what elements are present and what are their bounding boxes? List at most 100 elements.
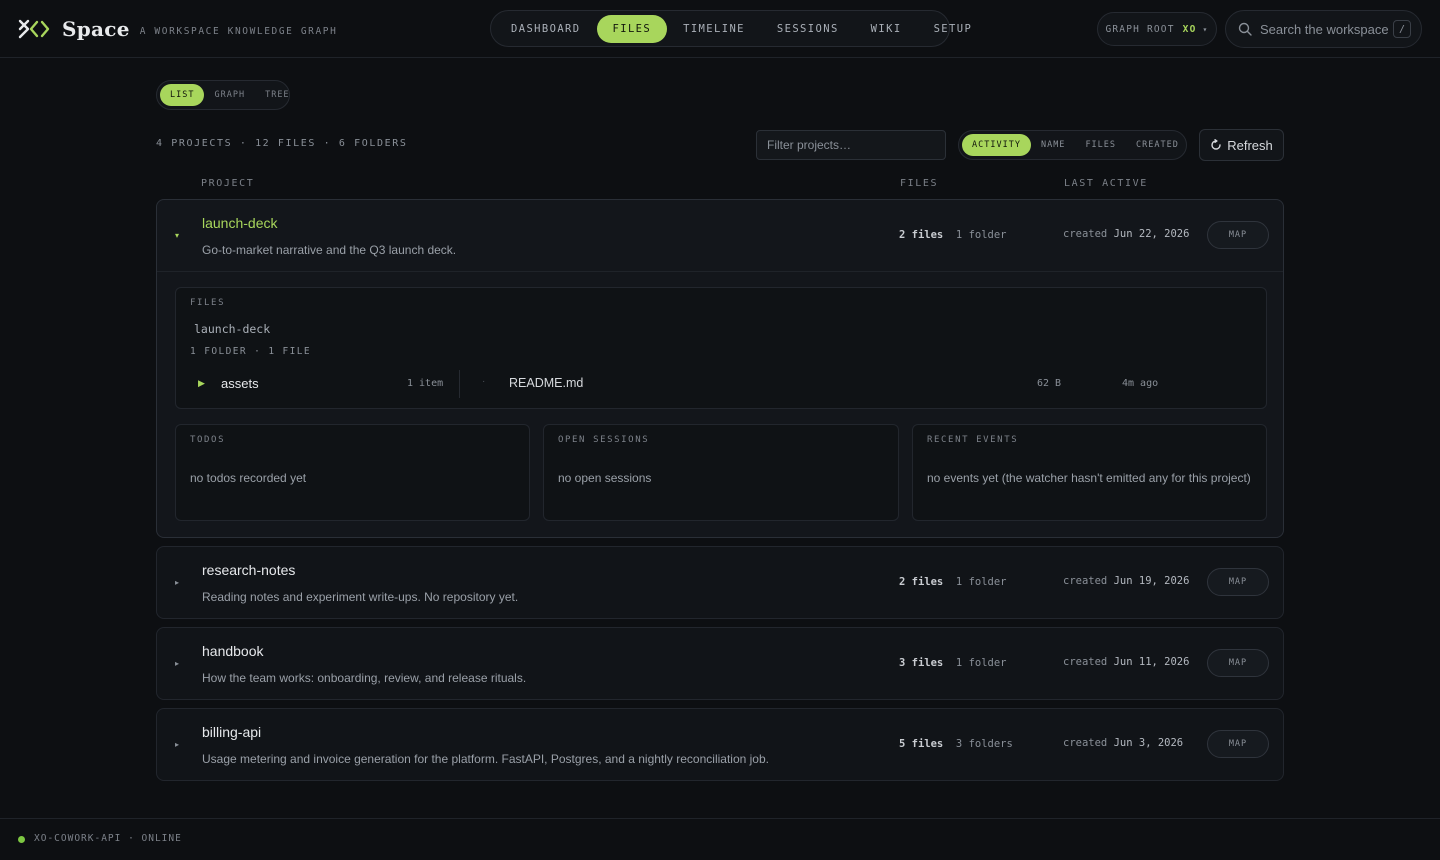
project-name[interactable]: billing-api bbox=[202, 724, 261, 740]
created-date: Jun 22, 2026 bbox=[1113, 228, 1190, 240]
created-date: Jun 19, 2026 bbox=[1113, 575, 1190, 587]
view-graph[interactable]: GRAPH bbox=[204, 84, 255, 106]
column-header-files[interactable]: FILES bbox=[900, 178, 938, 189]
todos-empty: no todos recorded yet bbox=[190, 471, 307, 485]
project-file-counts: 2 files 1 folder bbox=[899, 576, 1007, 588]
project-description: Go-to-market narrative and the Q3 launch… bbox=[202, 243, 457, 257]
project-card-billing-api[interactable]: ▸ billing-api Usage metering and invoice… bbox=[156, 708, 1284, 781]
top-bar: Space A WORKSPACE KNOWLEDGE GRAPH DASHBO… bbox=[0, 0, 1440, 58]
expand-chevron-icon[interactable]: ▸ bbox=[175, 659, 179, 668]
project-card-research-notes[interactable]: ▸ research-notes Reading notes and exper… bbox=[156, 546, 1284, 619]
expand-chevron-icon[interactable]: ▸ bbox=[175, 740, 179, 749]
files-counts: 1 FOLDER · 1 FILE bbox=[190, 346, 312, 357]
file-name[interactable]: README.md bbox=[509, 376, 583, 390]
sort-group: ACTIVITY NAME FILES CREATED bbox=[958, 130, 1187, 160]
project-folders-count: 1 folder bbox=[955, 576, 1007, 588]
search-shortcut-key: / bbox=[1393, 20, 1411, 38]
created-date: Jun 11, 2026 bbox=[1113, 656, 1190, 668]
search-icon bbox=[1238, 22, 1252, 36]
events-title: RECENT EVENTS bbox=[927, 435, 1019, 445]
project-description: How the team works: onboarding, review, … bbox=[202, 671, 527, 685]
tab-setup[interactable]: SETUP bbox=[918, 15, 989, 43]
view-tree[interactable]: TREE bbox=[255, 84, 299, 106]
map-button[interactable]: MAP bbox=[1207, 649, 1269, 677]
file-bullet-icon: · bbox=[482, 376, 486, 387]
project-card-launch-deck: ▾ launch-deck Go-to-market narrative and… bbox=[156, 199, 1284, 538]
collapse-chevron-icon[interactable]: ▾ bbox=[175, 231, 179, 240]
project-created: created Jun 22, 2026 bbox=[1063, 228, 1189, 240]
refresh-button[interactable]: Refresh bbox=[1199, 129, 1284, 161]
project-files-count: 3 files bbox=[899, 657, 944, 669]
sort-files[interactable]: FILES bbox=[1075, 134, 1126, 156]
file-row: ▶ assets 1 item · README.md 62 B 4m ago bbox=[176, 368, 1266, 400]
view-list[interactable]: LIST bbox=[160, 84, 205, 106]
filter-projects-input[interactable] bbox=[756, 130, 946, 160]
status-text: XO-COWORK-API · ONLINE bbox=[34, 833, 182, 844]
sessions-panel: OPEN SESSIONS no open sessions bbox=[543, 424, 899, 521]
project-folders-count: 1 folder bbox=[955, 657, 1007, 669]
created-label: created bbox=[1063, 575, 1108, 587]
project-card-handbook[interactable]: ▸ handbook How the team works: onboardin… bbox=[156, 627, 1284, 700]
project-created: created Jun 11, 2026 bbox=[1063, 656, 1189, 668]
status-bar: XO-COWORK-API · ONLINE bbox=[0, 818, 1440, 860]
graph-root-label: GRAPH ROOT bbox=[1105, 23, 1175, 35]
file-size: 62 B bbox=[1037, 378, 1062, 389]
brand[interactable]: Space A WORKSPACE KNOWLEDGE GRAPH bbox=[18, 16, 337, 42]
refresh-label: Refresh bbox=[1227, 137, 1273, 153]
project-description: Usage metering and invoice generation fo… bbox=[202, 752, 769, 766]
created-date: Jun 3, 2026 bbox=[1113, 737, 1184, 749]
events-empty: no events yet (the watcher hasn't emitte… bbox=[927, 471, 1251, 485]
folder-item-count: 1 item bbox=[407, 378, 444, 389]
refresh-icon bbox=[1211, 139, 1221, 150]
view-toggle: LIST GRAPH TREE bbox=[156, 80, 290, 110]
expand-chevron-icon[interactable]: ▸ bbox=[175, 578, 179, 587]
tab-dashboard[interactable]: DASHBOARD bbox=[495, 15, 597, 43]
column-separator bbox=[459, 370, 460, 398]
sessions-empty: no open sessions bbox=[558, 471, 652, 485]
brand-name: Space bbox=[62, 17, 130, 41]
project-files-count: 5 files bbox=[899, 738, 944, 750]
sort-name[interactable]: NAME bbox=[1031, 134, 1075, 156]
tab-wiki[interactable]: WIKI bbox=[855, 15, 918, 43]
files-panel-title: FILES bbox=[190, 298, 226, 308]
expand-triangle-icon[interactable]: ▶ bbox=[198, 378, 205, 389]
project-file-counts: 3 files 1 folder bbox=[899, 657, 1007, 669]
logo-icon bbox=[18, 19, 50, 39]
project-file-counts: 5 files 3 folders bbox=[899, 738, 1013, 750]
events-panel: RECENT EVENTS no events yet (the watcher… bbox=[912, 424, 1267, 521]
map-button[interactable]: MAP bbox=[1207, 730, 1269, 758]
sort-created[interactable]: CREATED bbox=[1126, 134, 1189, 156]
project-folders-count: 3 folders bbox=[955, 738, 1013, 750]
file-modified: 4m ago bbox=[1122, 378, 1159, 389]
search-input[interactable] bbox=[1260, 21, 1388, 37]
project-files-count: 2 files bbox=[899, 576, 944, 588]
project-name[interactable]: research-notes bbox=[202, 562, 295, 578]
map-button[interactable]: MAP bbox=[1207, 568, 1269, 596]
sort-activity[interactable]: ACTIVITY bbox=[962, 134, 1031, 156]
column-header-project[interactable]: PROJECT bbox=[201, 178, 254, 189]
todos-title: TODOS bbox=[190, 435, 226, 445]
project-description: Reading notes and experiment write-ups. … bbox=[202, 590, 519, 604]
files-panel: FILES launch-deck 1 FOLDER · 1 FILE ▶ as… bbox=[175, 287, 1267, 409]
tab-timeline[interactable]: TIMELINE bbox=[667, 15, 761, 43]
tab-files[interactable]: FILES bbox=[596, 14, 668, 43]
main-nav: DASHBOARD FILES TIMELINE SESSIONS WIKI S… bbox=[490, 10, 971, 47]
project-file-counts: 2 files 1 folder bbox=[899, 229, 1007, 241]
project-name[interactable]: launch-deck bbox=[202, 215, 278, 231]
brand-tagline: A WORKSPACE KNOWLEDGE GRAPH bbox=[139, 26, 338, 37]
graph-root-value: XO bbox=[1182, 23, 1197, 35]
chevron-down-icon: ▾ bbox=[1202, 24, 1209, 34]
card-divider bbox=[157, 271, 1283, 272]
project-summary: 4 PROJECTS · 12 FILES · 6 FOLDERS bbox=[156, 138, 408, 149]
todos-panel: TODOS no todos recorded yet bbox=[175, 424, 530, 521]
created-label: created bbox=[1063, 737, 1108, 749]
search-box: / bbox=[1225, 10, 1422, 48]
column-header-last-active[interactable]: LAST ACTIVE bbox=[1064, 178, 1148, 189]
folder-name[interactable]: assets bbox=[221, 376, 259, 391]
tab-sessions[interactable]: SESSIONS bbox=[761, 15, 855, 43]
files-breadcrumb[interactable]: launch-deck bbox=[194, 322, 270, 336]
created-label: created bbox=[1063, 656, 1108, 668]
project-name[interactable]: handbook bbox=[202, 643, 264, 659]
graph-root-selector[interactable]: GRAPH ROOT XO ▾ bbox=[1097, 12, 1217, 46]
map-button[interactable]: MAP bbox=[1207, 221, 1269, 249]
